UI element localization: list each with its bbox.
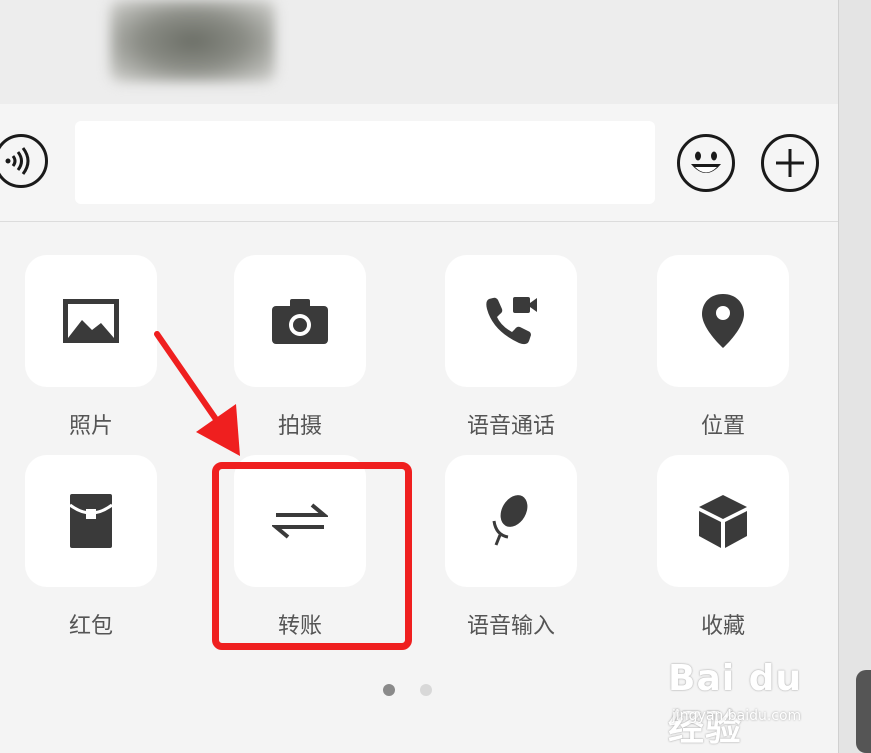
voice-input-toggle-button[interactable] xyxy=(0,134,48,188)
corner-scroll-handle xyxy=(856,670,871,753)
voice-video-call-label: 语音通话 xyxy=(466,414,555,439)
camera-label: 拍摄 xyxy=(277,414,322,439)
camera-tile[interactable] xyxy=(234,255,366,387)
location-tile[interactable] xyxy=(657,255,789,387)
emoji-button[interactable] xyxy=(677,134,735,192)
baidu-jingyan-watermark: Bai du 经验 jingyan.baidu.com xyxy=(668,658,838,749)
blurred-chat-image[interactable] xyxy=(110,0,275,82)
annotation-highlight-box xyxy=(212,462,412,650)
camera-icon xyxy=(272,299,328,344)
more-functions-button[interactable] xyxy=(761,134,819,192)
microphone-icon xyxy=(492,495,528,546)
voice-video-call-tile[interactable] xyxy=(445,255,577,387)
chat-history-area xyxy=(0,0,840,104)
right-window-edge xyxy=(838,0,871,753)
red-packet-tile[interactable] xyxy=(25,455,157,587)
voice-input-tile[interactable] xyxy=(445,455,577,587)
photo-tile[interactable] xyxy=(25,255,157,387)
page-dot-2[interactable] xyxy=(420,684,432,696)
location-label: 位置 xyxy=(700,414,745,439)
photo-icon xyxy=(63,299,119,343)
red-packet-label: 红包 xyxy=(68,614,113,639)
favorites-tile[interactable] xyxy=(657,455,789,587)
favorites-label: 收藏 xyxy=(700,614,745,639)
red-packet-icon xyxy=(69,494,113,548)
watermark-logo: Bai du 经验 xyxy=(668,658,803,749)
message-text-input[interactable] xyxy=(75,121,655,204)
voice-video-call-icon xyxy=(486,297,537,345)
location-pin-icon xyxy=(702,294,744,348)
plus-icon xyxy=(776,149,804,177)
smiley-icon xyxy=(691,151,721,173)
page-dot-1-active[interactable] xyxy=(383,684,395,696)
voice-input-label: 语音输入 xyxy=(466,614,555,639)
photo-label: 照片 xyxy=(68,414,113,439)
watermark-url: jingyan.baidu.com xyxy=(672,708,802,724)
voice-waves-icon xyxy=(5,147,30,175)
favorites-cube-icon xyxy=(699,495,747,548)
